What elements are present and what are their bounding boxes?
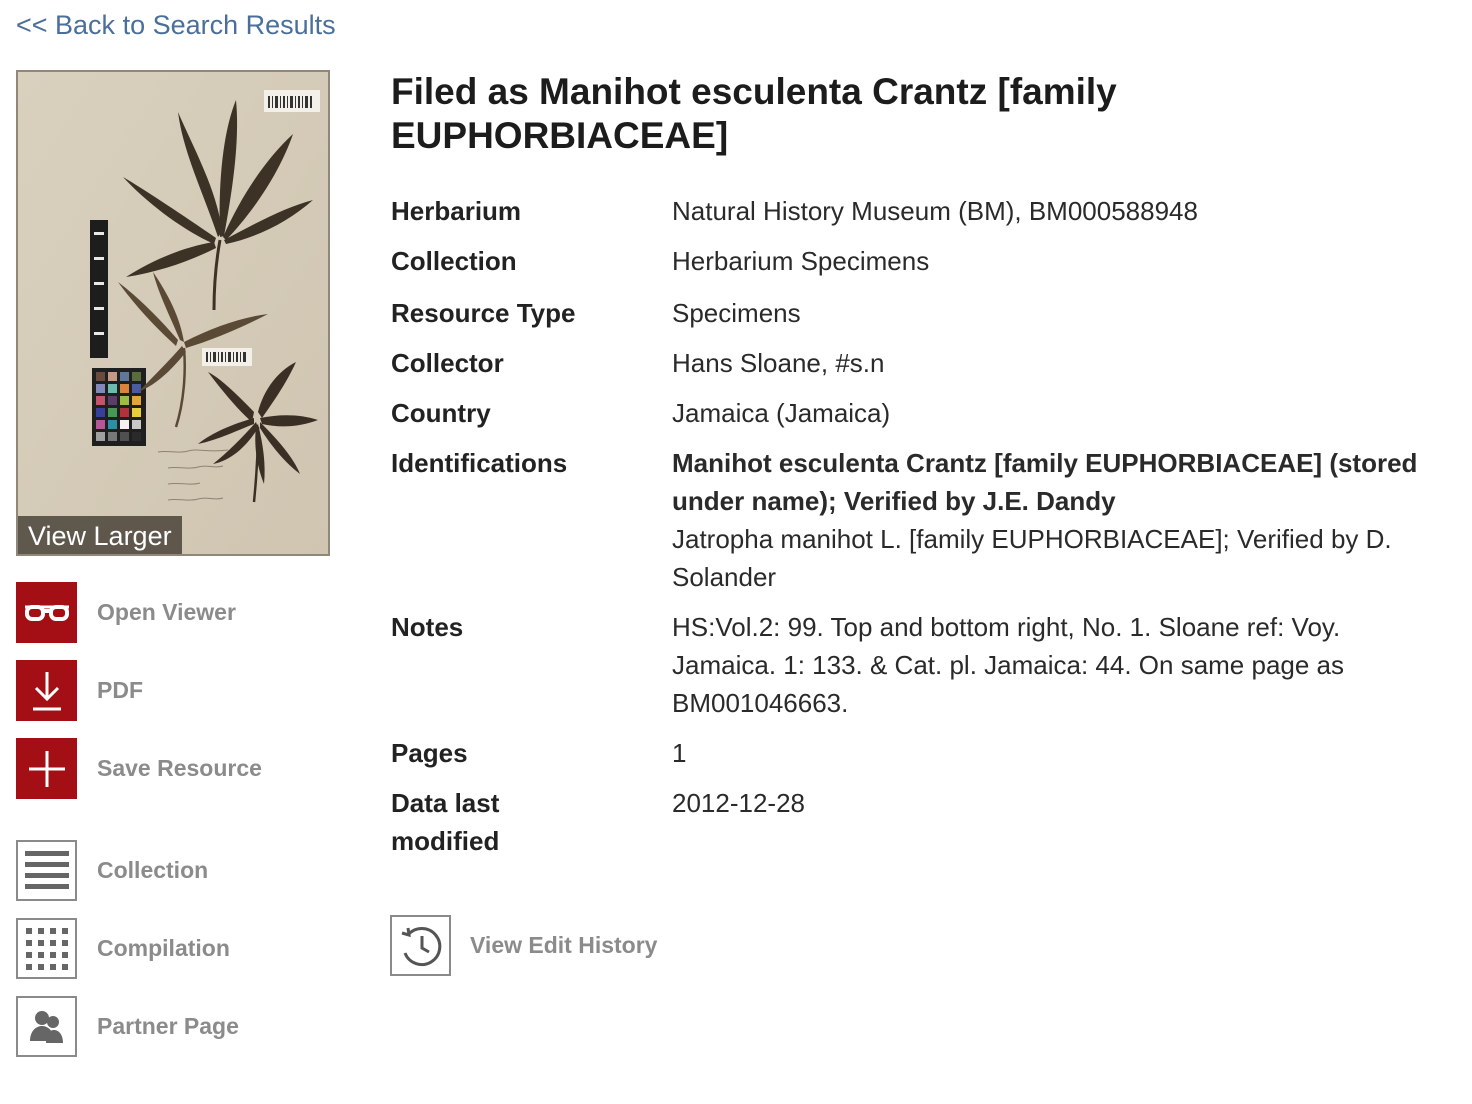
view-edit-history-label: View Edit History: [470, 932, 658, 958]
modified-value: 2012-12-28: [672, 788, 805, 818]
download-icon: [16, 660, 77, 721]
notes-label: Notes: [391, 612, 464, 642]
identification-primary: Manihot esculenta Crantz [family EUPHORB…: [672, 448, 1418, 516]
plus-icon: [16, 738, 77, 799]
page-title: Filed as Manihot esculenta Crantz [famil…: [391, 71, 1117, 156]
collection-label: Collection: [97, 857, 209, 883]
collection-field-label: Collection: [391, 246, 517, 276]
glasses-icon: [16, 582, 77, 643]
detail-row-pages: Pages 1: [391, 734, 1451, 772]
save-resource-label: Save Resource: [97, 755, 262, 781]
collector-label: Collector: [391, 348, 504, 378]
specimen-image: [18, 72, 328, 554]
pdf-button[interactable]: PDF: [16, 660, 143, 721]
collector-value: Hans Sloane, #s.n: [672, 348, 885, 378]
history-icon: [390, 915, 451, 976]
herbarium-label: Herbarium: [391, 196, 522, 226]
detail-row-herbarium: Herbarium Natural History Museum (BM), B…: [391, 192, 1451, 230]
save-resource-button[interactable]: Save Resource: [16, 738, 262, 799]
pdf-label: PDF: [97, 677, 143, 703]
open-viewer-label: Open Viewer: [97, 599, 236, 625]
view-larger-label[interactable]: View Larger: [18, 516, 182, 554]
specimen-thumbnail[interactable]: View Larger: [16, 70, 330, 556]
pages-value: 1: [672, 738, 687, 768]
identification-secondary: Jatropha manihot L. [family EUPHORBIACEA…: [672, 524, 1392, 592]
herbarium-value: Natural History Museum (BM), BM000588948: [672, 196, 1198, 226]
collection-value: Herbarium Specimens: [672, 246, 930, 276]
detail-row-collector: Collector Hans Sloane, #s.n: [391, 344, 1451, 382]
partner-page-link[interactable]: Partner Page: [16, 996, 239, 1057]
open-viewer-button[interactable]: Open Viewer: [16, 582, 236, 643]
resource-type-label: Resource Type: [391, 298, 576, 328]
back-to-search-results-link[interactable]: << Back to Search Results: [16, 10, 336, 41]
compilation-label: Compilation: [97, 935, 230, 961]
notes-value: HS:Vol.2: 99. Top and bottom right, No. …: [672, 612, 1345, 718]
detail-row-collection: Collection Herbarium Specimens: [391, 242, 1451, 280]
resource-type-value: Specimens: [672, 298, 801, 328]
pages-label: Pages: [391, 738, 468, 768]
list-icon: [16, 840, 77, 901]
identifications-label: Identifications: [391, 448, 568, 478]
compilation-link[interactable]: Compilation: [16, 918, 230, 979]
identifications-value: Manihot esculenta Crantz [family EUPHORB…: [672, 444, 1451, 596]
country-label: Country: [391, 398, 491, 428]
country-value: Jamaica (Jamaica): [672, 398, 891, 428]
detail-row-resource-type: Resource Type Specimens: [391, 294, 1451, 332]
detail-row-modified: Data last modified 2012-12-28: [391, 784, 1451, 860]
collection-link[interactable]: Collection: [16, 840, 208, 901]
detail-row-identifications: Identifications Manihot esculenta Crantz…: [391, 444, 1451, 596]
partner-page-label: Partner Page: [97, 1013, 239, 1039]
detail-row-notes: Notes HS:Vol.2: 99. Top and bottom right…: [391, 608, 1451, 722]
modified-label: Data last modified: [391, 788, 500, 856]
detail-row-country: Country Jamaica (Jamaica): [391, 394, 1451, 432]
view-edit-history-button[interactable]: View Edit History: [390, 915, 657, 976]
grid-icon: [16, 918, 77, 979]
people-icon: [16, 996, 77, 1057]
